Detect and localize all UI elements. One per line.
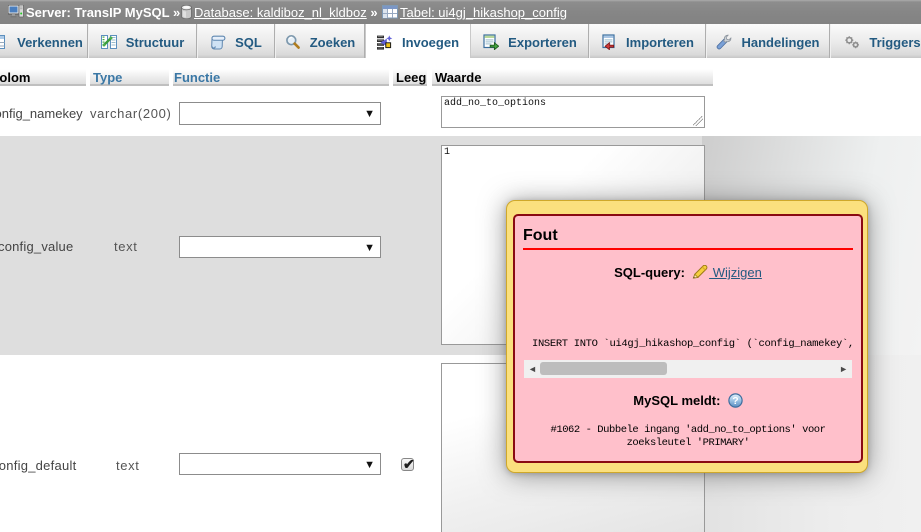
svg-text:?: ?: [732, 395, 738, 407]
